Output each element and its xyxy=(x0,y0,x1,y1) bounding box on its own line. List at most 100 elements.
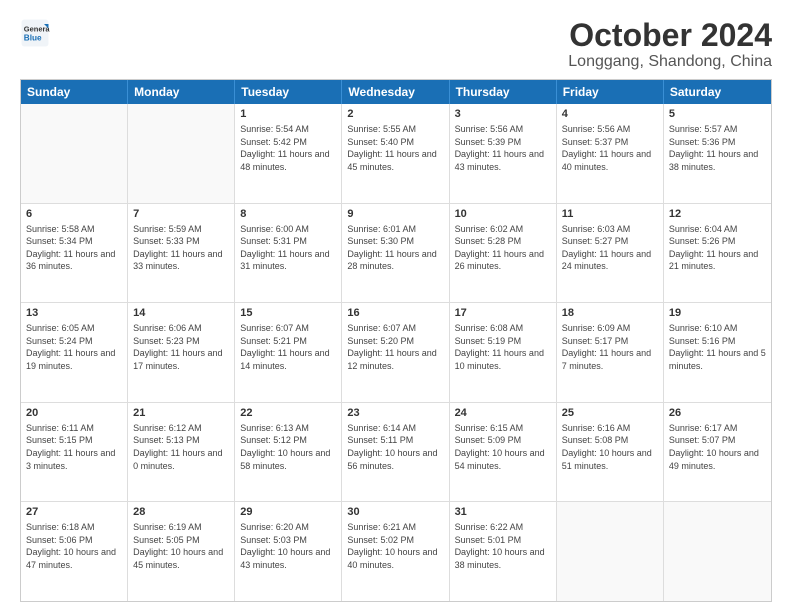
day-number: 17 xyxy=(455,306,551,321)
day-info: Sunrise: 6:01 AM Sunset: 5:30 PM Dayligh… xyxy=(347,223,443,273)
day-number: 25 xyxy=(562,406,658,421)
day-cell-18: 18Sunrise: 6:09 AM Sunset: 5:17 PM Dayli… xyxy=(557,303,664,402)
header-day-friday: Friday xyxy=(557,80,664,104)
day-number: 6 xyxy=(26,207,122,222)
day-info: Sunrise: 6:02 AM Sunset: 5:28 PM Dayligh… xyxy=(455,223,551,273)
day-number: 29 xyxy=(240,505,336,520)
day-info: Sunrise: 6:07 AM Sunset: 5:20 PM Dayligh… xyxy=(347,322,443,372)
empty-cell xyxy=(557,502,664,601)
calendar-week-4: 20Sunrise: 6:11 AM Sunset: 5:15 PM Dayli… xyxy=(21,403,771,503)
day-number: 18 xyxy=(562,306,658,321)
month-title: October 2024 xyxy=(568,18,772,53)
day-info: Sunrise: 6:13 AM Sunset: 5:12 PM Dayligh… xyxy=(240,422,336,472)
day-number: 9 xyxy=(347,207,443,222)
day-info: Sunrise: 5:56 AM Sunset: 5:37 PM Dayligh… xyxy=(562,123,658,173)
day-info: Sunrise: 6:12 AM Sunset: 5:13 PM Dayligh… xyxy=(133,422,229,472)
day-cell-6: 6Sunrise: 5:58 AM Sunset: 5:34 PM Daylig… xyxy=(21,204,128,303)
day-cell-12: 12Sunrise: 6:04 AM Sunset: 5:26 PM Dayli… xyxy=(664,204,771,303)
empty-cell xyxy=(128,104,235,203)
day-number: 1 xyxy=(240,107,336,122)
day-cell-17: 17Sunrise: 6:08 AM Sunset: 5:19 PM Dayli… xyxy=(450,303,557,402)
day-cell-31: 31Sunrise: 6:22 AM Sunset: 5:01 PM Dayli… xyxy=(450,502,557,601)
day-number: 10 xyxy=(455,207,551,222)
day-cell-30: 30Sunrise: 6:21 AM Sunset: 5:02 PM Dayli… xyxy=(342,502,449,601)
day-cell-14: 14Sunrise: 6:06 AM Sunset: 5:23 PM Dayli… xyxy=(128,303,235,402)
day-info: Sunrise: 6:09 AM Sunset: 5:17 PM Dayligh… xyxy=(562,322,658,372)
day-number: 27 xyxy=(26,505,122,520)
day-info: Sunrise: 6:16 AM Sunset: 5:08 PM Dayligh… xyxy=(562,422,658,472)
day-number: 11 xyxy=(562,207,658,222)
header-day-tuesday: Tuesday xyxy=(235,80,342,104)
day-number: 14 xyxy=(133,306,229,321)
day-cell-24: 24Sunrise: 6:15 AM Sunset: 5:09 PM Dayli… xyxy=(450,403,557,502)
day-info: Sunrise: 6:03 AM Sunset: 5:27 PM Dayligh… xyxy=(562,223,658,273)
day-number: 22 xyxy=(240,406,336,421)
day-info: Sunrise: 6:20 AM Sunset: 5:03 PM Dayligh… xyxy=(240,521,336,571)
day-number: 5 xyxy=(669,107,766,122)
day-number: 7 xyxy=(133,207,229,222)
day-number: 24 xyxy=(455,406,551,421)
day-number: 3 xyxy=(455,107,551,122)
header-day-sunday: Sunday xyxy=(21,80,128,104)
day-number: 28 xyxy=(133,505,229,520)
day-cell-26: 26Sunrise: 6:17 AM Sunset: 5:07 PM Dayli… xyxy=(664,403,771,502)
day-cell-25: 25Sunrise: 6:16 AM Sunset: 5:08 PM Dayli… xyxy=(557,403,664,502)
title-block: October 2024 Longgang, Shandong, China xyxy=(568,18,772,71)
logo-icon: General Blue xyxy=(20,18,50,48)
day-info: Sunrise: 6:07 AM Sunset: 5:21 PM Dayligh… xyxy=(240,322,336,372)
day-cell-21: 21Sunrise: 6:12 AM Sunset: 5:13 PM Dayli… xyxy=(128,403,235,502)
day-cell-2: 2Sunrise: 5:55 AM Sunset: 5:40 PM Daylig… xyxy=(342,104,449,203)
day-info: Sunrise: 5:58 AM Sunset: 5:34 PM Dayligh… xyxy=(26,223,122,273)
day-number: 31 xyxy=(455,505,551,520)
day-number: 21 xyxy=(133,406,229,421)
day-info: Sunrise: 6:04 AM Sunset: 5:26 PM Dayligh… xyxy=(669,223,766,273)
day-number: 16 xyxy=(347,306,443,321)
day-number: 4 xyxy=(562,107,658,122)
day-info: Sunrise: 6:18 AM Sunset: 5:06 PM Dayligh… xyxy=(26,521,122,571)
day-cell-11: 11Sunrise: 6:03 AM Sunset: 5:27 PM Dayli… xyxy=(557,204,664,303)
day-cell-27: 27Sunrise: 6:18 AM Sunset: 5:06 PM Dayli… xyxy=(21,502,128,601)
day-info: Sunrise: 6:17 AM Sunset: 5:07 PM Dayligh… xyxy=(669,422,766,472)
day-cell-20: 20Sunrise: 6:11 AM Sunset: 5:15 PM Dayli… xyxy=(21,403,128,502)
day-cell-19: 19Sunrise: 6:10 AM Sunset: 5:16 PM Dayli… xyxy=(664,303,771,402)
svg-text:Blue: Blue xyxy=(24,34,42,43)
calendar-page: General Blue October 2024 Longgang, Shan… xyxy=(0,0,792,612)
day-cell-29: 29Sunrise: 6:20 AM Sunset: 5:03 PM Dayli… xyxy=(235,502,342,601)
day-number: 8 xyxy=(240,207,336,222)
empty-cell xyxy=(21,104,128,203)
day-info: Sunrise: 6:10 AM Sunset: 5:16 PM Dayligh… xyxy=(669,322,766,372)
day-number: 23 xyxy=(347,406,443,421)
day-cell-23: 23Sunrise: 6:14 AM Sunset: 5:11 PM Dayli… xyxy=(342,403,449,502)
day-info: Sunrise: 6:14 AM Sunset: 5:11 PM Dayligh… xyxy=(347,422,443,472)
day-info: Sunrise: 6:06 AM Sunset: 5:23 PM Dayligh… xyxy=(133,322,229,372)
day-cell-22: 22Sunrise: 6:13 AM Sunset: 5:12 PM Dayli… xyxy=(235,403,342,502)
day-cell-7: 7Sunrise: 5:59 AM Sunset: 5:33 PM Daylig… xyxy=(128,204,235,303)
day-number: 2 xyxy=(347,107,443,122)
day-info: Sunrise: 6:15 AM Sunset: 5:09 PM Dayligh… xyxy=(455,422,551,472)
location-title: Longgang, Shandong, China xyxy=(568,53,772,71)
day-info: Sunrise: 6:22 AM Sunset: 5:01 PM Dayligh… xyxy=(455,521,551,571)
calendar-header: SundayMondayTuesdayWednesdayThursdayFrid… xyxy=(21,80,771,104)
logo: General Blue xyxy=(20,18,50,48)
header-day-saturday: Saturday xyxy=(664,80,771,104)
calendar: SundayMondayTuesdayWednesdayThursdayFrid… xyxy=(20,79,772,602)
calendar-week-2: 6Sunrise: 5:58 AM Sunset: 5:34 PM Daylig… xyxy=(21,204,771,304)
day-number: 26 xyxy=(669,406,766,421)
header-day-monday: Monday xyxy=(128,80,235,104)
day-cell-28: 28Sunrise: 6:19 AM Sunset: 5:05 PM Dayli… xyxy=(128,502,235,601)
day-info: Sunrise: 5:54 AM Sunset: 5:42 PM Dayligh… xyxy=(240,123,336,173)
day-cell-10: 10Sunrise: 6:02 AM Sunset: 5:28 PM Dayli… xyxy=(450,204,557,303)
day-cell-9: 9Sunrise: 6:01 AM Sunset: 5:30 PM Daylig… xyxy=(342,204,449,303)
day-info: Sunrise: 5:55 AM Sunset: 5:40 PM Dayligh… xyxy=(347,123,443,173)
day-info: Sunrise: 6:21 AM Sunset: 5:02 PM Dayligh… xyxy=(347,521,443,571)
calendar-week-1: 1Sunrise: 5:54 AM Sunset: 5:42 PM Daylig… xyxy=(21,104,771,204)
day-info: Sunrise: 5:57 AM Sunset: 5:36 PM Dayligh… xyxy=(669,123,766,173)
day-cell-8: 8Sunrise: 6:00 AM Sunset: 5:31 PM Daylig… xyxy=(235,204,342,303)
day-cell-1: 1Sunrise: 5:54 AM Sunset: 5:42 PM Daylig… xyxy=(235,104,342,203)
day-info: Sunrise: 6:19 AM Sunset: 5:05 PM Dayligh… xyxy=(133,521,229,571)
day-info: Sunrise: 6:08 AM Sunset: 5:19 PM Dayligh… xyxy=(455,322,551,372)
day-number: 12 xyxy=(669,207,766,222)
day-cell-16: 16Sunrise: 6:07 AM Sunset: 5:20 PM Dayli… xyxy=(342,303,449,402)
day-cell-3: 3Sunrise: 5:56 AM Sunset: 5:39 PM Daylig… xyxy=(450,104,557,203)
day-number: 15 xyxy=(240,306,336,321)
